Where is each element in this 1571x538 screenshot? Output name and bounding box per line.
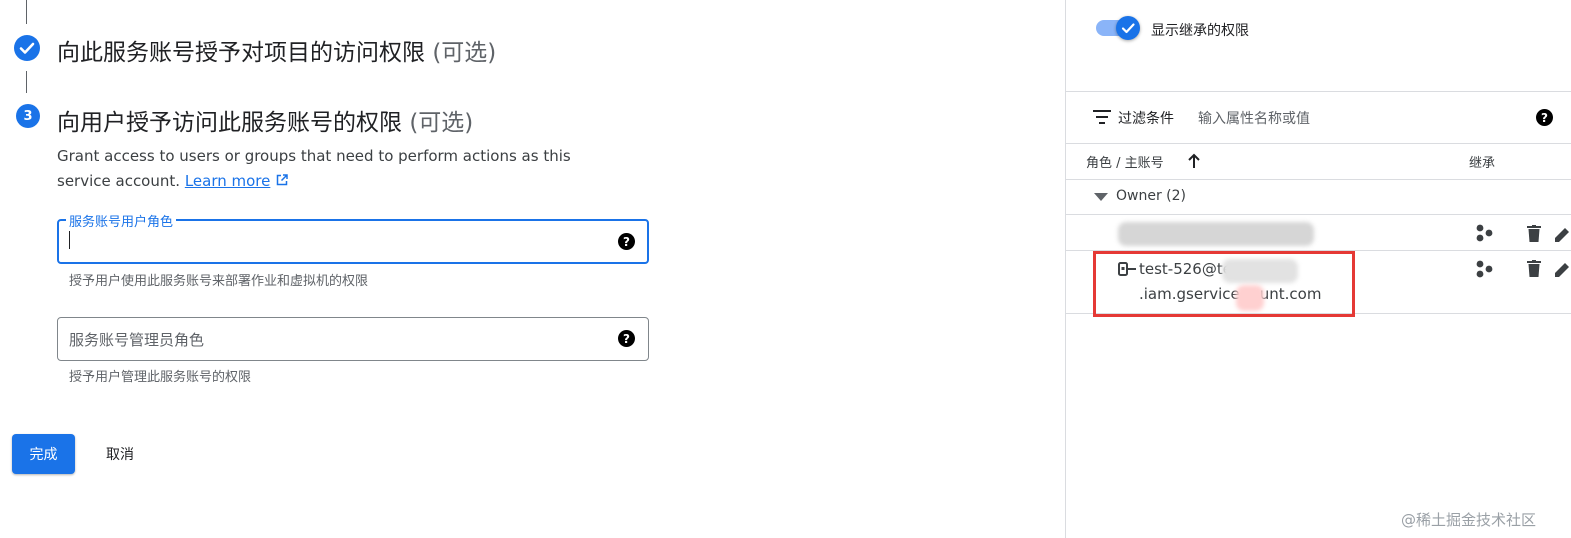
divider [1066,143,1571,144]
filter-label[interactable]: 过滤条件 [1118,108,1174,128]
user-role-hint: 授予用户使用此服务账号来部署作业和虚拟机的权限 [69,274,369,289]
done-button-label: 完成 [29,447,58,463]
help-icon[interactable]: ? [1536,109,1553,126]
step-3-optional: (可选) [409,110,474,136]
highlight-annotation [1093,251,1355,317]
owner-group-label: Owner (2) [1116,188,1186,204]
step-3-number: 3 [16,104,40,128]
cancel-button-label: 取消 [106,447,134,463]
toggle-knob[interactable] [1116,16,1140,40]
filter-icon[interactable] [1093,110,1111,124]
done-button[interactable]: 完成 [12,434,75,474]
user-role-label: 服务账号用户角色 [66,211,177,230]
column-header-role-principal[interactable]: 角色 / 主账号 [1086,152,1164,171]
step-complete-icon [14,35,40,61]
column-header-inherited: 继承 [1469,156,1496,171]
help-icon[interactable]: ? [618,233,635,250]
step-2-title: 向此服务账号授予对项目的访问权限 (可选) [57,33,496,67]
learn-more-link[interactable]: Learn more [185,172,271,190]
stepper-line-middle [26,71,27,93]
step-3-title: 向用户授予访问此服务账号的权限 (可选) [57,103,473,137]
learn-more-text: Learn more [184,172,271,190]
watermark: @稀土掘金技术社区 [1401,511,1537,529]
column-header-role-principal-text: 角色 / 主账号 [1086,156,1164,171]
divider [1066,214,1571,215]
show-inherited-label: 显示继承的权限 [1151,23,1249,39]
help-icon[interactable]: ? [618,330,635,347]
step-2-title-text: 向此服务账号授予对项目的访问权限 [57,40,425,66]
delete-icon[interactable] [1527,260,1541,277]
divider [1066,91,1571,92]
filter-input[interactable]: 输入属性名称或值 [1198,108,1310,128]
collapse-triangle-icon[interactable] [1094,193,1108,203]
divider [1066,179,1571,180]
step-3-description: Grant access to users or groups that nee… [57,144,617,194]
edit-icon[interactable] [1555,261,1571,277]
admin-role-placeholder: 服务账号管理员角色 [69,331,205,349]
sort-arrow-up-icon[interactable] [1187,153,1201,169]
group-members-icon[interactable] [1476,224,1494,242]
delete-icon[interactable] [1527,225,1541,242]
cancel-button[interactable]: 取消 [96,434,144,474]
step-2-optional: (可选) [432,40,497,66]
admin-role-hint: 授予用户管理此服务账号的权限 [69,370,252,385]
step-3-title-text: 向用户授予访问此服务账号的权限 [57,110,402,136]
group-members-icon[interactable] [1476,260,1494,278]
external-link-icon [276,174,288,186]
description-text: Grant access to users or groups that nee… [57,147,571,190]
redacted-member [1118,222,1314,246]
edit-icon[interactable] [1555,226,1571,242]
stepper-line-top [26,0,27,24]
text-caret [69,231,70,249]
